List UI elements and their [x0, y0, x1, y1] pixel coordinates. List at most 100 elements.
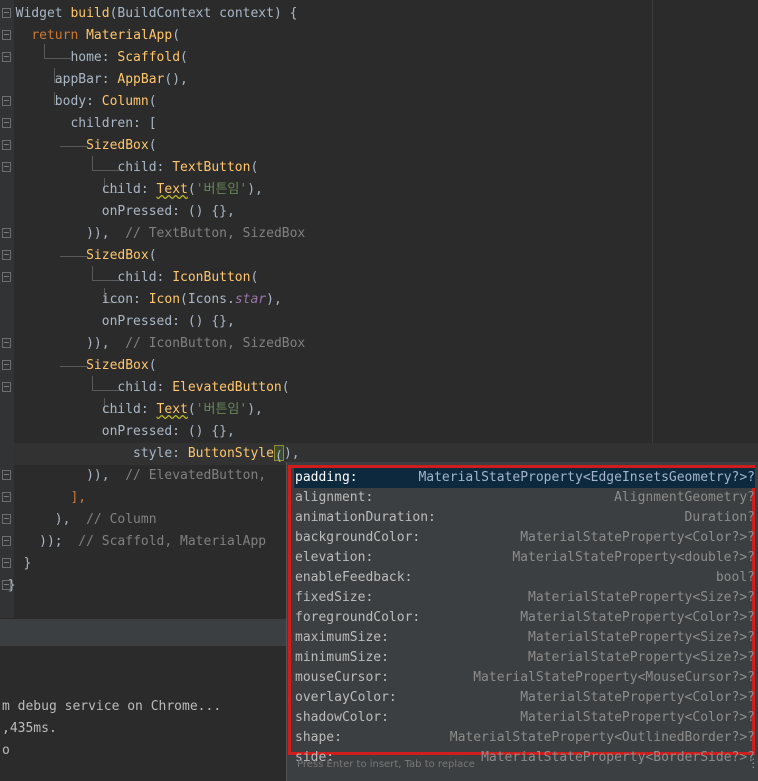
code-line[interactable]: child: IconButton(: [0, 267, 258, 289]
code-token: (BuildContext context) {: [109, 6, 298, 21]
completion-item[interactable]: mouseCursor: MaterialStateProperty<MouseC…: [294, 668, 755, 688]
completion-item[interactable]: fixedSize: MaterialStateProperty<Size?>?: [294, 588, 755, 608]
code-token: (: [281, 380, 290, 395]
code-token: onPressed: () {},: [0, 424, 235, 439]
completion-item[interactable]: enableFeedback: bool?: [294, 568, 755, 588]
code-line[interactable]: Widget build(BuildContext context) {: [0, 3, 298, 25]
code-line[interactable]: )), // IconButton, SizedBox: [0, 333, 305, 355]
code-line[interactable]: SizedBox(: [0, 355, 157, 377]
console-line: ,435ms.: [2, 721, 57, 736]
code-line[interactable]: child: ElevatedButton(: [0, 377, 290, 399]
completion-list[interactable]: padding: MaterialStateProperty<EdgeInsets…: [288, 465, 755, 765]
code-line[interactable]: onPressed: () {},: [0, 421, 235, 443]
code-token: Text: [156, 402, 188, 417]
text-cursor: (: [273, 445, 284, 464]
code-token: ],: [0, 490, 87, 505]
code-line[interactable]: home: Scaffold(: [0, 47, 187, 69]
completion-item[interactable]: shape: MaterialStateProperty<OutlinedBord…: [294, 728, 755, 748]
code-token: (: [250, 270, 259, 285]
completion-item-name: animationDuration:: [295, 510, 436, 525]
code-line[interactable]: )), // ElevatedButton,: [0, 465, 266, 487]
code-token: (),: [164, 72, 188, 87]
code-line[interactable]: SizedBox(: [0, 135, 156, 157]
code-line[interactable]: child: TextButton(: [0, 157, 258, 179]
completion-item-type: MaterialStateProperty<Color?>?: [520, 710, 755, 725]
completion-item-name: fixedSize:: [295, 590, 374, 605]
code-line[interactable]: icon: Icon(Icons.star),: [0, 289, 282, 311]
completion-item[interactable]: minimumSize: MaterialStateProperty<Size?>…: [294, 648, 755, 668]
completion-item-type: MaterialStateProperty<OutlinedBorder?>?: [449, 730, 755, 745]
code-line[interactable]: child: Text('버튼임'),: [0, 399, 263, 421]
code-line[interactable]: }: [0, 575, 16, 597]
code-token: appBar:: [0, 72, 118, 87]
completion-item-name: overlayColor:: [295, 690, 397, 705]
completion-item[interactable]: maximumSize: MaterialStateProperty<Size?>…: [294, 628, 755, 648]
code-token: onPressed: () {},: [0, 314, 235, 329]
code-token: AppBar: [117, 72, 165, 87]
code-line[interactable]: body: Column(: [0, 91, 157, 113]
code-line[interactable]: children: [: [0, 113, 156, 135]
code-token: SizedBox: [86, 248, 149, 263]
code-token: ),: [247, 402, 263, 417]
code-token: child:: [0, 160, 173, 175]
console-line: m debug service on Chrome...: [2, 699, 222, 714]
code-line[interactable]: }: [0, 553, 31, 575]
code-line[interactable]: style: ButtonStyle(),: [0, 443, 300, 465]
completion-item-type: MaterialStateProperty<Color?>?: [520, 530, 755, 545]
vertical-ellipsis-icon[interactable]: · · ·: [752, 754, 756, 773]
code-token: child:: [0, 270, 173, 285]
code-token: onPressed: () {},: [0, 204, 235, 219]
code-token: // Column: [86, 512, 157, 527]
code-token: // Scaffold, MaterialApp: [78, 534, 267, 549]
completion-item[interactable]: shadowColor: MaterialStateProperty<Color?…: [294, 708, 755, 728]
code-token: child:: [0, 402, 157, 417]
code-token: child:: [0, 182, 157, 197]
code-token: star: [234, 292, 267, 307]
completion-hint-text: Press Enter to insert, Tab to replace: [297, 759, 475, 770]
code-token: Widget: [0, 6, 71, 21]
completion-item-type: MaterialStateProperty<MouseCursor?>?: [473, 670, 755, 685]
code-line[interactable]: appBar: AppBar(),: [0, 69, 188, 91]
code-token: child:: [0, 380, 173, 395]
code-token: (: [148, 94, 157, 109]
code-token: (: [148, 358, 157, 373]
completion-item-type: MaterialStateProperty<double?>?: [512, 550, 755, 565]
code-token: }: [0, 556, 32, 571]
completion-item[interactable]: padding: MaterialStateProperty<EdgeInsets…: [294, 468, 755, 488]
code-token: MaterialApp: [86, 28, 173, 43]
console-line: o: [2, 743, 10, 758]
completion-item-type: MaterialStateProperty<Size?>?: [528, 590, 755, 605]
completion-item-name: mouseCursor:: [295, 670, 389, 685]
completion-item-name: elevation:: [295, 550, 374, 565]
code-token: icon:: [0, 292, 149, 307]
code-completion-popup[interactable]: padding: MaterialStateProperty<EdgeInsets…: [286, 462, 758, 781]
code-token: // IconButton, SizedBox: [125, 336, 306, 351]
code-token: '버튼임': [195, 402, 248, 417]
code-token: ),: [283, 446, 300, 461]
code-token: return: [31, 28, 87, 43]
code-token: home:: [0, 50, 118, 65]
code-token: )),: [0, 226, 126, 241]
code-line[interactable]: )); // Scaffold, MaterialApp: [0, 531, 266, 553]
completion-item[interactable]: backgroundColor: MaterialStateProperty<Co…: [294, 528, 755, 548]
completion-item-type: bool?: [715, 570, 755, 585]
completion-item-name: padding:: [295, 470, 358, 485]
code-line[interactable]: onPressed: () {},: [0, 201, 235, 223]
completion-item[interactable]: overlayColor: MaterialStateProperty<Color…: [294, 688, 755, 708]
code-line[interactable]: SizedBox(: [0, 245, 156, 267]
completion-item[interactable]: elevation: MaterialStateProperty<double?>…: [294, 548, 755, 568]
completion-item-name: foregroundColor:: [295, 610, 421, 625]
code-line[interactable]: ), // Column: [0, 509, 157, 531]
code-line[interactable]: onPressed: () {},: [0, 311, 235, 333]
code-token: (: [172, 28, 181, 43]
code-line[interactable]: child: Text('버튼임'),: [0, 179, 263, 201]
completion-item-name: minimumSize:: [295, 650, 389, 665]
completion-item[interactable]: animationDuration: Duration?: [294, 508, 755, 528]
code-line[interactable]: ],: [0, 487, 86, 509]
completion-item[interactable]: foregroundColor: MaterialStateProperty<Co…: [294, 608, 755, 628]
code-token: (: [250, 160, 259, 175]
code-line[interactable]: )), // TextButton, SizedBox: [0, 223, 305, 245]
completion-item[interactable]: alignment: AlignmentGeometry?: [294, 488, 755, 508]
code-line[interactable]: return MaterialApp(: [0, 25, 180, 47]
